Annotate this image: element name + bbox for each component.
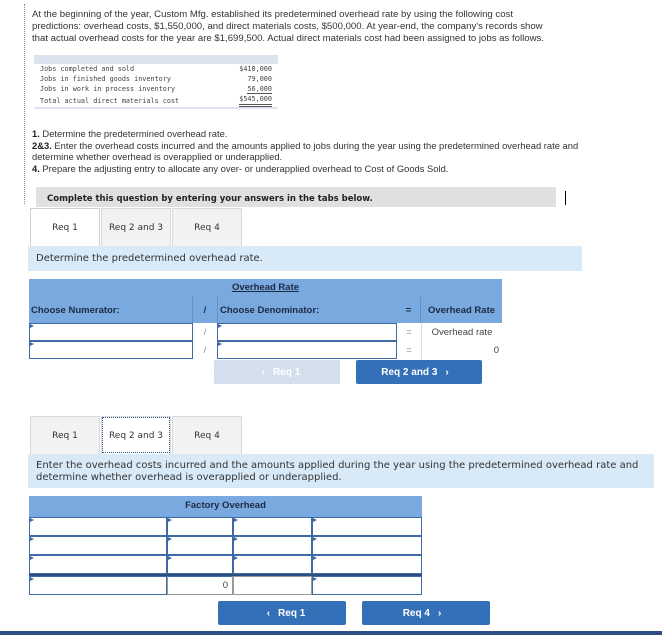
materials-table: Jobs completed and sold $410,000 Jobs in… bbox=[34, 55, 278, 109]
tab-req-4[interactable]: Req 4 bbox=[172, 416, 242, 454]
divide-sign: / bbox=[203, 345, 207, 355]
text-cursor bbox=[565, 191, 566, 205]
equals-sign: = bbox=[406, 327, 412, 337]
total-row: Total actual direct materials cost $545,… bbox=[34, 94, 278, 109]
denominator-header: Choose Denominator: bbox=[217, 297, 397, 323]
tab-req-1[interactable]: Req 1 bbox=[30, 416, 100, 454]
row-amount: 79,000 bbox=[247, 75, 272, 83]
tabs-req23-section: Req 1 Req 2 and 3 Req 4 bbox=[30, 416, 243, 454]
debit-description-input[interactable] bbox=[29, 555, 167, 574]
chevron-left-icon: ‹ bbox=[266, 607, 271, 619]
factory-overhead-title: Factory Overhead bbox=[29, 496, 422, 517]
complete-question-bar: Complete this question by entering your … bbox=[36, 187, 556, 207]
tab-req-2-and-3[interactable]: Req 2 and 3 bbox=[101, 416, 171, 454]
denominator-dropdown[interactable] bbox=[217, 323, 397, 341]
row-amount: $410,000 bbox=[239, 65, 272, 73]
t-account-total-row: 0 bbox=[29, 574, 422, 595]
req23-instruction: Enter the overhead costs incurred and th… bbox=[28, 454, 654, 488]
tab-req-1[interactable]: Req 1 bbox=[30, 208, 100, 246]
prev-req-1-button-disabled[interactable]: ‹ Req 1 bbox=[214, 360, 340, 384]
balance-credit-input[interactable] bbox=[312, 576, 422, 595]
tab-req-2-and-3[interactable]: Req 2 and 3 bbox=[101, 208, 171, 246]
debit-description-input[interactable] bbox=[29, 517, 167, 536]
equals-header: = bbox=[397, 297, 421, 323]
result-value: 0 bbox=[421, 341, 502, 359]
row-label: Jobs completed and sold bbox=[40, 65, 135, 73]
requirement-4: 4. Prepare the adjusting entry to alloca… bbox=[32, 162, 449, 174]
t-account-row bbox=[29, 555, 422, 574]
balance-description-input[interactable] bbox=[29, 576, 167, 595]
rate-row: / = 0 bbox=[29, 341, 502, 359]
next-req-2-and-3-button[interactable]: Req 2 and 3 › bbox=[356, 360, 482, 384]
numerator-input[interactable] bbox=[29, 341, 193, 359]
numerator-header: Choose Numerator: bbox=[29, 297, 193, 323]
numerator-dropdown[interactable] bbox=[29, 323, 193, 341]
debit-amount-input[interactable] bbox=[167, 517, 233, 536]
prev-req-1-button[interactable]: ‹ Req 1 bbox=[218, 601, 346, 625]
table-row: Jobs in finished goods inventory 79,000 bbox=[34, 74, 278, 84]
credit-description-input[interactable] bbox=[233, 555, 312, 574]
credit-amount-input[interactable] bbox=[312, 536, 422, 555]
divide-header: / bbox=[203, 304, 207, 316]
debit-description-input[interactable] bbox=[29, 536, 167, 555]
debit-amount-input[interactable] bbox=[167, 555, 233, 574]
total-amount: $545,000 bbox=[239, 94, 272, 107]
next-req-4-button[interactable]: Req 4 › bbox=[362, 601, 490, 625]
t-account-row bbox=[29, 517, 422, 536]
tabs-req1-section: Req 1 Req 2 and 3 Req 4 bbox=[30, 208, 243, 246]
credit-amount-input[interactable] bbox=[312, 555, 422, 574]
row-label: Jobs in work in process inventory bbox=[40, 85, 176, 93]
chevron-left-icon: ‹ bbox=[261, 366, 266, 378]
requirements-list: 1. Determine the predetermined overhead … bbox=[32, 128, 592, 174]
rate-row: / = Overhead rate bbox=[29, 323, 502, 341]
overhead-rate-table: Overhead Rate Choose Numerator: / Choose… bbox=[29, 279, 502, 359]
balance-total-value: 0 bbox=[167, 576, 233, 595]
result-label: Overhead rate bbox=[421, 323, 502, 341]
credit-description-input[interactable] bbox=[233, 536, 312, 555]
problem-intro: At the beginning of the year, Custom Mfg… bbox=[32, 9, 544, 44]
tab-req-4[interactable]: Req 4 bbox=[172, 208, 242, 246]
requirement-1: 1. Determine the predetermined overhead … bbox=[32, 128, 228, 139]
table-row: Jobs completed and sold $410,000 bbox=[34, 64, 278, 74]
equals-sign: = bbox=[406, 345, 412, 355]
table-row: Jobs in work in process inventory 56,000 bbox=[34, 84, 278, 94]
chevron-right-icon: › bbox=[437, 607, 442, 619]
total-label: Total actual direct materials cost bbox=[34, 94, 218, 109]
result-header: Overhead Rate bbox=[427, 304, 496, 316]
debit-amount-input[interactable] bbox=[167, 536, 233, 555]
denominator-input[interactable] bbox=[217, 341, 397, 359]
requirement-2-3: 2&3. Enter the overhead costs incurred a… bbox=[32, 139, 579, 163]
t-account-row bbox=[29, 536, 422, 555]
credit-amount-input[interactable] bbox=[312, 517, 422, 536]
bottom-bar bbox=[0, 631, 662, 635]
balance-blank-cell bbox=[233, 576, 312, 595]
divide-sign: / bbox=[203, 327, 207, 337]
chevron-right-icon: › bbox=[445, 366, 449, 378]
factory-overhead-t-account: Factory Overhead 0 bbox=[29, 496, 422, 595]
row-label: Jobs in finished goods inventory bbox=[40, 75, 171, 83]
overhead-rate-title: Overhead Rate bbox=[231, 282, 300, 293]
row-amount: 56,000 bbox=[247, 84, 272, 94]
question-border bbox=[24, 4, 25, 204]
req1-instruction: Determine the predetermined overhead rat… bbox=[28, 246, 582, 271]
credit-description-input[interactable] bbox=[233, 517, 312, 536]
